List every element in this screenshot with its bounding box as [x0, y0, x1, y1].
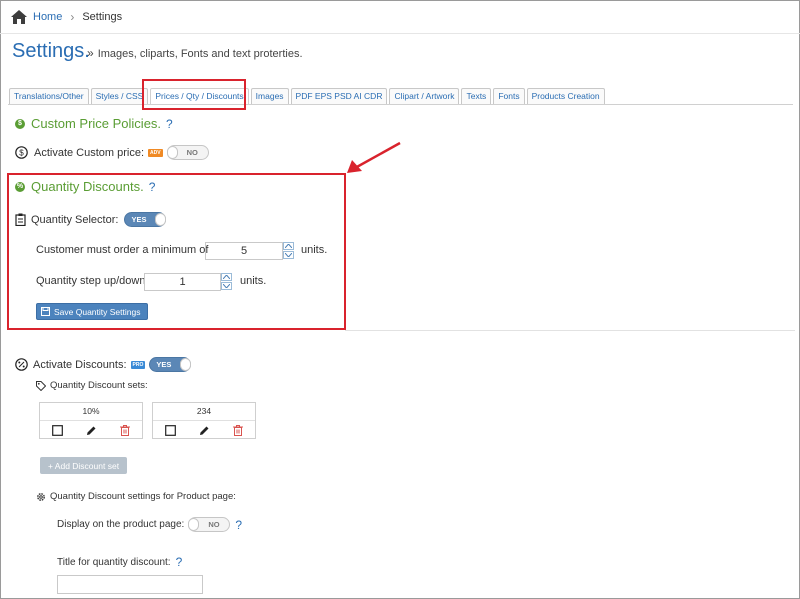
save-quantity-settings-button[interactable]: Save Quantity Settings: [36, 303, 148, 320]
discount-title-row: Title for quantity discount: ?: [57, 555, 182, 569]
discount-set-card: 234: [152, 402, 256, 439]
product-page-settings-heading: Quantity Discount settings for Product p…: [36, 491, 236, 502]
minimum-order-input[interactable]: 5: [205, 242, 283, 260]
tab-texts[interactable]: Texts: [461, 88, 492, 104]
tab-highlight-box: [142, 79, 246, 110]
chevron-up-icon[interactable]: [283, 242, 294, 250]
discount-title-help-icon[interactable]: ?: [176, 555, 183, 569]
dollar-circle-icon: $: [15, 118, 25, 129]
tab-translations-other[interactable]: Translations/Other: [9, 88, 89, 104]
chevron-up-icon[interactable]: [221, 273, 232, 281]
svg-text:$: $: [19, 149, 24, 158]
tag-icon: [36, 380, 46, 391]
custom-price-title-text: Custom Price Policies.: [31, 116, 162, 131]
activate-discounts-toggle[interactable]: YES: [149, 357, 192, 372]
minimum-order-label: Customer must order a minimum of: [36, 244, 209, 256]
tab-images[interactable]: Images: [250, 88, 289, 104]
discount-sets-heading: Quantity Discount sets:: [36, 380, 148, 391]
display-on-product-row: Display on the product page: NO ?: [57, 517, 242, 532]
pencil-icon[interactable]: [199, 425, 210, 436]
activate-discounts-toggle-text: YES: [156, 360, 172, 369]
add-discount-set-button[interactable]: + Add Discount set: [40, 457, 127, 474]
quantity-step-label: Quantity step up/down: [36, 275, 146, 287]
checkbox-icon[interactable]: [51, 425, 63, 436]
display-help-icon[interactable]: ?: [235, 518, 242, 532]
page-subtitle-text: Images, cliparts, Fonts and text protert…: [97, 48, 303, 60]
tab-styles-css[interactable]: Styles / CSS: [90, 88, 149, 104]
double-chevron-icon: »: [87, 46, 94, 60]
display-on-product-label: Display on the product page:: [57, 519, 185, 530]
discount-title-input[interactable]: [57, 575, 203, 594]
activate-custom-price-row: $ Activate Custom price: ADV NO: [15, 145, 209, 160]
display-on-product-toggle[interactable]: NO: [188, 517, 231, 532]
custom-price-help-icon[interactable]: ?: [166, 117, 173, 131]
breadcrumb-home-link[interactable]: Home: [33, 11, 62, 23]
chevron-right-icon: ›: [70, 10, 75, 24]
quantity-discounts-title-text: Quantity Discounts.: [31, 179, 144, 194]
percent-outline-icon: [15, 358, 28, 371]
breadcrumb: Home › Settings: [11, 7, 122, 27]
quantity-selector-toggle[interactable]: YES: [124, 212, 167, 227]
tabs-divider: [8, 104, 793, 105]
quantity-selector-toggle-text: YES: [131, 215, 147, 224]
section-divider: [345, 330, 795, 331]
toggle-knob: [166, 146, 178, 159]
tab-pdf-eps-psd-ai-cdr[interactable]: PDF EPS PSD AI CDR: [290, 88, 388, 104]
chevron-down-icon[interactable]: [221, 282, 232, 290]
checkbox-icon[interactable]: [164, 425, 176, 436]
quantity-step-stepper[interactable]: [221, 273, 232, 291]
gear-icon: [36, 492, 46, 502]
percent-circle-icon: %: [15, 181, 25, 192]
settings-tabs: Translations/Other Styles / CSS Prices /…: [9, 88, 607, 104]
activate-discounts-label: Activate Discounts:: [33, 358, 127, 371]
discount-set-name: 10%: [40, 403, 142, 421]
activate-discounts-row: Activate Discounts: PRO YES: [15, 357, 192, 372]
custom-price-title: $ Custom Price Policies. ?: [15, 116, 173, 131]
quantity-step-input[interactable]: 1: [144, 273, 221, 291]
tab-fonts[interactable]: Fonts: [493, 88, 525, 104]
product-page-settings-label: Quantity Discount settings for Product p…: [50, 491, 236, 502]
quantity-selector-row: Quantity Selector: YES: [15, 212, 167, 227]
minimum-order-stepper[interactable]: [283, 242, 294, 260]
home-icon[interactable]: [11, 10, 27, 24]
quantity-discounts-title: % Quantity Discounts. ?: [15, 179, 155, 194]
toggle-knob: [180, 358, 192, 371]
clipboard-icon: [15, 213, 26, 226]
pencil-icon[interactable]: [86, 425, 97, 436]
trash-icon[interactable]: [120, 425, 131, 436]
breadcrumb-current: Settings: [82, 11, 123, 23]
discount-set-card: 10%: [39, 402, 143, 439]
breadcrumb-divider: [0, 33, 800, 34]
tab-clipart-artwork[interactable]: Clipart / Artwork: [389, 88, 460, 104]
quantity-discounts-help-icon[interactable]: ?: [149, 180, 156, 194]
discount-set-name: 234: [153, 403, 255, 421]
adv-badge: ADV: [148, 148, 163, 157]
custom-price-toggle[interactable]: NO: [166, 145, 209, 160]
chevron-down-icon[interactable]: [283, 251, 294, 259]
page-subtitle: » Images, cliparts, Fonts and text proter…: [87, 46, 303, 60]
quantity-step-units: units.: [240, 275, 267, 287]
discount-sets-label: Quantity Discount sets:: [50, 380, 148, 391]
dollar-circle-outline-icon: $: [15, 146, 28, 159]
save-icon: [41, 307, 50, 316]
discount-title-label: Title for quantity discount:: [57, 556, 171, 568]
trash-icon[interactable]: [233, 425, 244, 436]
toggle-knob: [188, 518, 200, 531]
display-on-product-toggle-text: NO: [208, 520, 220, 529]
save-quantity-settings-label: Save Quantity Settings: [54, 306, 141, 317]
tab-products-creation[interactable]: Products Creation: [526, 88, 605, 104]
page-title: Settings.: [12, 40, 90, 62]
quantity-selector-label: Quantity Selector:: [31, 213, 119, 226]
toggle-knob: [155, 213, 167, 226]
annotation-arrow-icon: [347, 141, 401, 173]
activate-custom-price-label: Activate Custom price:: [34, 146, 145, 159]
pro-badge: PRO: [130, 360, 146, 369]
custom-price-toggle-text: NO: [186, 148, 198, 157]
minimum-order-units: units.: [301, 244, 328, 256]
